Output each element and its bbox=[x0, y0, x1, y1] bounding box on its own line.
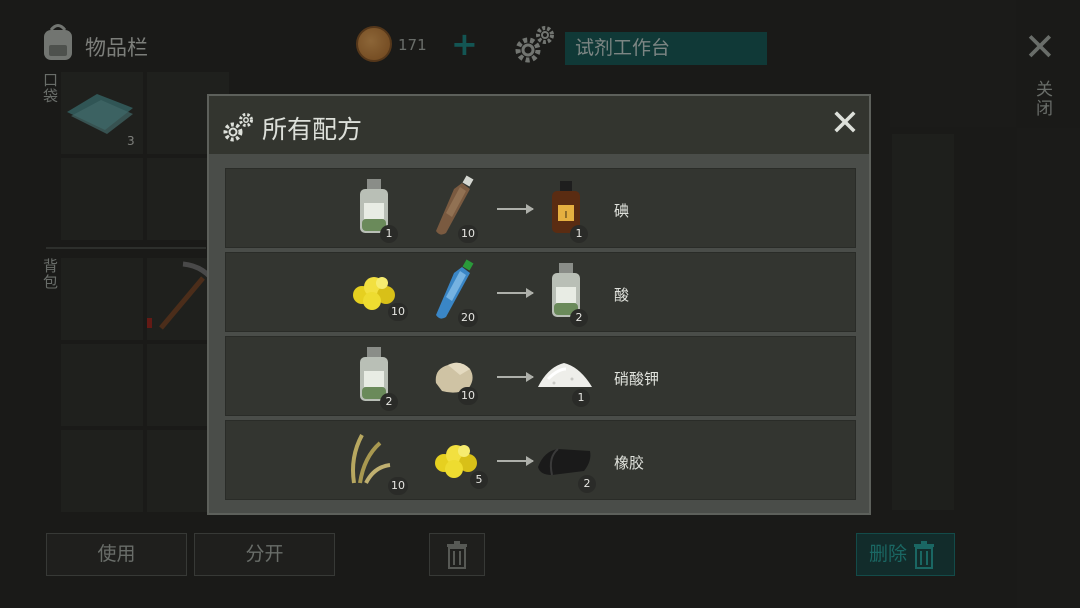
reagent-bottle-icon: 2 bbox=[546, 259, 602, 329]
recipe-row[interactable]: 10 5 2 橡胶 bbox=[225, 420, 856, 500]
close-icon[interactable]: ✕ bbox=[829, 106, 861, 142]
item-count: 5 bbox=[470, 471, 488, 489]
item-count: 10 bbox=[458, 387, 478, 405]
recipe-row[interactable]: 10 20 2 酸 bbox=[225, 252, 856, 332]
arrow-icon bbox=[497, 456, 534, 466]
item-count: 10 bbox=[388, 477, 408, 495]
item-count: 2 bbox=[570, 309, 588, 327]
arrow-icon bbox=[497, 204, 534, 214]
recipes-modal: 所有配方 ✕ 1 10 I 1 碘 10 20 2 酸 2 10 1 硝酸钾 1… bbox=[207, 94, 871, 515]
recipe-row[interactable]: 1 10 I 1 碘 bbox=[225, 168, 856, 248]
item-count: 10 bbox=[388, 303, 408, 321]
recipe-output-name: 橡胶 bbox=[614, 454, 645, 472]
sulfur-icon: 10 bbox=[348, 259, 408, 329]
item-count: 2 bbox=[380, 393, 398, 411]
stone-icon: 10 bbox=[430, 343, 486, 413]
sulfur-icon: 5 bbox=[430, 427, 488, 497]
item-count: 20 bbox=[458, 309, 478, 327]
item-count: 2 bbox=[578, 475, 596, 493]
item-count: 1 bbox=[572, 389, 590, 407]
gears-icon bbox=[223, 112, 255, 146]
grass-icon: 10 bbox=[344, 427, 408, 497]
recipe-output-name: 酸 bbox=[614, 286, 630, 304]
item-count: 1 bbox=[380, 225, 398, 243]
iodine-bottle-icon: I 1 bbox=[546, 175, 602, 245]
modal-title: 所有配方 bbox=[262, 115, 363, 144]
arrow-icon bbox=[497, 372, 534, 382]
dirty-water-bottle-icon: 10 bbox=[430, 175, 486, 245]
recipe-output-name: 硝酸钾 bbox=[614, 370, 660, 388]
item-count: 10 bbox=[458, 225, 478, 243]
arrow-icon bbox=[497, 288, 534, 298]
modal-header: 所有配方 ✕ bbox=[209, 96, 869, 154]
svg-text:I: I bbox=[565, 210, 568, 221]
reagent-bottle-icon: 1 bbox=[354, 175, 410, 245]
water-bottle-icon: 20 bbox=[430, 259, 486, 329]
recipe-row[interactable]: 2 10 1 硝酸钾 bbox=[225, 336, 856, 416]
rubber-icon: 2 bbox=[534, 427, 596, 497]
recipe-output-name: 碘 bbox=[614, 202, 630, 220]
salt-pile-icon: 1 bbox=[534, 343, 592, 413]
reagent-bottle-icon: 2 bbox=[354, 343, 410, 413]
item-count: 1 bbox=[570, 225, 588, 243]
